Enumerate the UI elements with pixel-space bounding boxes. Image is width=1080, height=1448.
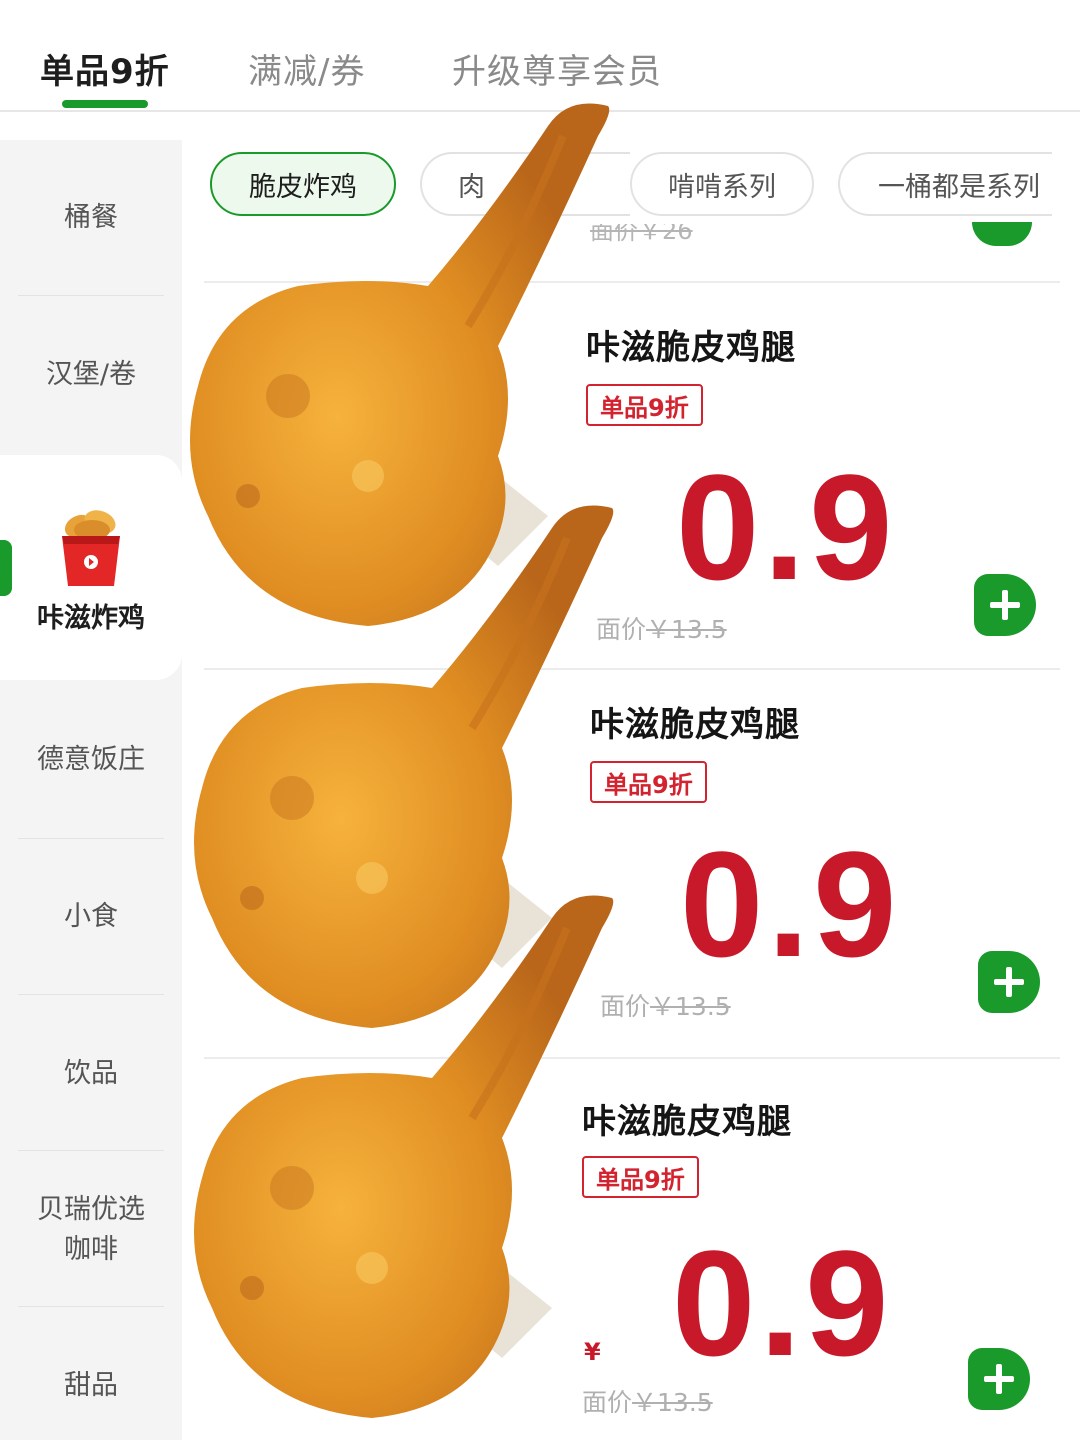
sidebar-divider	[18, 838, 164, 839]
sidebar-item-italian-restaurant[interactable]: 德意饭庄	[0, 740, 182, 780]
chip-bucket-series[interactable]: 一桶都是系列	[838, 152, 1052, 216]
original-price-value: ￥13.5	[632, 1388, 713, 1417]
original-price-label: 面价	[600, 992, 651, 1021]
previous-item-add-button[interactable]	[972, 222, 1032, 246]
sidebar-divider	[18, 1150, 164, 1151]
chip-kenken-series[interactable]: 啃啃系列	[630, 152, 814, 216]
active-tab-indicator	[62, 100, 148, 108]
discount-badge: 单品9折	[586, 384, 703, 426]
sidebar-item-bucket-meal[interactable]: 桶餐	[0, 198, 182, 238]
fried-drumstick-image	[194, 505, 614, 1028]
fried-drumstick-image	[194, 895, 614, 1418]
tab-single-item-discount[interactable]: 单品9折	[40, 44, 170, 93]
product-name: 咔滋脆皮鸡腿	[586, 328, 796, 368]
chip-crispy-fried-chicken[interactable]: 脆皮炸鸡	[210, 152, 396, 216]
sidebar-divider	[18, 994, 164, 995]
tab-upgrade-membership[interactable]: 升级尊享会员	[452, 44, 662, 93]
sidebar-item-label: 贝瑞优选	[37, 1194, 145, 1225]
sidebar-item-coffee[interactable]: 贝瑞优选 咖啡	[0, 1190, 182, 1270]
sidebar-item-drinks[interactable]: 饮品	[0, 1054, 182, 1094]
sidebar-item-burgers-wraps[interactable]: 汉堡/卷	[0, 355, 182, 395]
original-price-value: ￥13.5	[646, 615, 727, 644]
product-name: 咔滋脆皮鸡腿	[590, 705, 800, 745]
currency-symbol: ¥	[584, 1338, 601, 1366]
original-price: 面价￥13.5	[582, 1383, 713, 1419]
add-to-cart-button[interactable]	[978, 951, 1040, 1013]
sidebar-item-desserts[interactable]: 甜品	[0, 1366, 182, 1406]
sidebar-item-label: 咖啡	[64, 1234, 118, 1265]
sidebar-divider	[18, 1306, 164, 1307]
product-price: 0.9	[672, 1219, 893, 1387]
sidebar-item-label: 咔滋炸鸡	[37, 603, 145, 634]
original-price-label: 面价	[582, 1388, 633, 1417]
original-price: 面价￥13.5	[600, 987, 731, 1023]
original-price-label: 面价	[596, 615, 647, 644]
chicken-bucket-icon	[62, 510, 120, 586]
add-to-cart-button[interactable]	[968, 1348, 1030, 1410]
previous-item-original-price: 面价￥26	[590, 224, 693, 245]
product-price: 0.9	[676, 443, 897, 611]
sidebar-active-indicator	[0, 540, 12, 596]
top-tab-bar: 单品9折 满减/券 升级尊享会员	[0, 0, 1080, 112]
sidebar-item-snacks[interactable]: 小食	[0, 897, 182, 937]
row-divider	[204, 1057, 1060, 1059]
discount-badge: 单品9折	[590, 761, 707, 803]
tab-discount-coupons[interactable]: 满减/券	[248, 44, 365, 93]
add-to-cart-button[interactable]	[974, 574, 1036, 636]
discount-badge: 单品9折	[582, 1156, 699, 1198]
original-price-value: ￥13.5	[650, 992, 731, 1021]
row-divider	[204, 668, 1060, 670]
product-price: 0.9	[680, 820, 901, 988]
product-name: 咔滋脆皮鸡腿	[582, 1102, 792, 1142]
original-price: 面价￥13.5	[596, 610, 727, 646]
chip-meat[interactable]: 肉	[420, 152, 630, 216]
sidebar-divider	[18, 295, 164, 296]
row-divider	[204, 281, 1060, 283]
